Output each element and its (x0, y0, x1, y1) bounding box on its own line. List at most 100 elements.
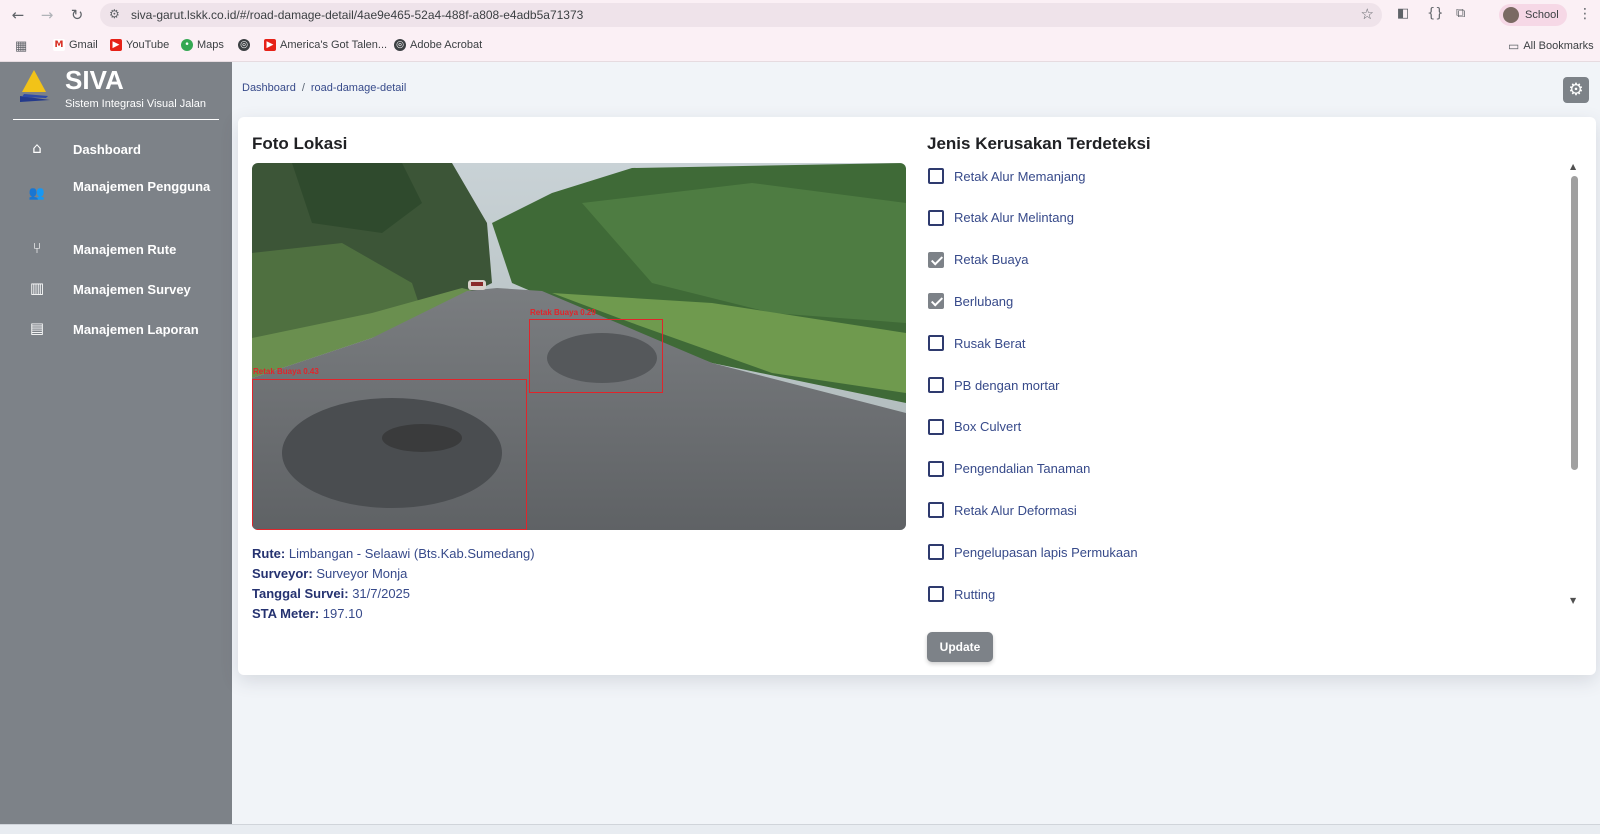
sidebar-item-rute[interactable]: ⑂ Manajemen Rute (0, 230, 232, 270)
damage-checkbox-item[interactable]: Rutting (926, 582, 1546, 606)
bookmark-agt[interactable]: ▶ America's Got Talen... (264, 39, 387, 51)
checkbox[interactable] (928, 544, 944, 561)
sidebar-item-laporan[interactable]: ▤ Manajemen Laporan (0, 310, 232, 350)
back-arrow-icon[interactable]: ← (9, 6, 27, 24)
checkbox-label: Retak Buaya (954, 252, 1029, 268)
checkbox[interactable] (928, 586, 944, 602)
bookmark-globe[interactable]: ◎ (238, 39, 250, 51)
damage-checkbox-item[interactable]: Pengendalian Tanaman (926, 457, 1546, 481)
checkbox-label: Retak Alur Memanjang (954, 168, 1086, 184)
os-taskbar (0, 824, 1600, 834)
photo-section-title: Foto Lokasi (252, 134, 348, 153)
address-bar[interactable]: ⚙ siva-garut.lskk.co.id/#/road-damage-de… (100, 3, 1382, 27)
all-bookmarks[interactable]: ▭ All Bookmarks (1508, 39, 1594, 53)
profile-button[interactable]: School (1499, 4, 1567, 26)
detail-card: Foto Lokasi Retak Buaya 0.29 Retak Buaya… (238, 117, 1596, 675)
url-text: siva-garut.lskk.co.id/#/road-damage-deta… (131, 8, 584, 22)
checkbox[interactable] (928, 460, 944, 477)
youtube-icon: ▶ (110, 39, 122, 51)
surveyor-label: Surveyor: (252, 566, 313, 581)
brand-subtitle: Sistem Integrasi Visual Jalan (65, 98, 207, 110)
checkbox-label: Rutting (954, 586, 996, 602)
survey-date-label: Tanggal Survei: (252, 586, 349, 601)
checkbox-label: Berlubang (954, 293, 1014, 309)
bookmark-maps[interactable]: • Maps (181, 39, 224, 51)
damage-checkbox-item[interactable]: Retak Alur Melintang (926, 206, 1546, 230)
checkbox[interactable] (928, 251, 944, 268)
bookmarks-bar: ▦ M Gmail ▶ YouTube • Maps ◎ ▶ America's… (0, 30, 1600, 62)
scroll-thumb[interactable] (1571, 176, 1578, 470)
breadcrumb-dashboard-link[interactable]: Dashboard (242, 82, 296, 94)
code-extension-icon[interactable]: {} (1427, 6, 1444, 21)
damage-checkbox-item[interactable]: Rusak Berat (926, 331, 1546, 355)
profile-label: School (1525, 9, 1559, 21)
globe-icon: ◎ (238, 39, 250, 51)
bookmark-star-icon[interactable]: ☆ (1361, 5, 1374, 23)
bookmark-youtube[interactable]: ▶ YouTube (110, 39, 169, 51)
sidebar-item-survey[interactable]: ▥ Manajemen Survey (0, 270, 232, 310)
route-info: Rute: Limbangan - Selaawi (Bts.Kab.Sumed… (252, 546, 535, 561)
brand-title: SIVA (65, 65, 124, 95)
site-info-icon[interactable]: ⚙ (109, 7, 120, 21)
survey-date-value: 31/7/2025 (352, 586, 411, 601)
sidebar-item-label: Manajemen Laporan (73, 322, 199, 337)
surveyor-info: Surveyor: Surveyor Monja (252, 566, 407, 581)
reload-icon[interactable]: ↻ (68, 6, 86, 24)
detection-box (529, 319, 663, 393)
checkbox[interactable] (928, 168, 944, 184)
survey-date-info: Tanggal Survei: 31/7/2025 (252, 586, 410, 601)
scroll-down-arrow-icon[interactable]: ▼ (1570, 596, 1576, 605)
breadcrumb: Dashboard / road-damage-detail (242, 82, 406, 94)
sidebar-item-pengguna[interactable]: 👥 Manajemen Pengguna (0, 174, 232, 222)
checkbox[interactable] (928, 293, 944, 310)
detection-box (252, 379, 527, 530)
bookmark-gmail[interactable]: M Gmail (53, 39, 98, 51)
scroll-up-arrow-icon[interactable]: ▲ (1570, 162, 1576, 171)
checkbox-label: PB dengan mortar (954, 377, 1060, 393)
surveyor-value: Surveyor Monja (316, 566, 408, 581)
report-document-icon: ▤ (29, 319, 45, 337)
damage-checkbox-item[interactable]: Retak Alur Memanjang (926, 164, 1546, 188)
siva-logo-icon (20, 70, 50, 102)
apps-grid-icon[interactable]: ▦ (15, 38, 27, 54)
folder-icon: ▭ (1508, 39, 1520, 53)
route-value: Limbangan - Selaawi (Bts.Kab.Sumedang) (288, 546, 535, 561)
detection-label: Retak Buaya 0.43 (253, 367, 319, 376)
damage-checkbox-item[interactable]: PB dengan mortar (926, 373, 1546, 397)
extension-icon[interactable]: ◧ (1397, 6, 1409, 21)
avatar (1503, 7, 1519, 23)
damage-checkbox-item[interactable]: Retak Buaya (926, 248, 1546, 272)
checkbox[interactable] (928, 502, 944, 519)
checkbox-label: Retak Alur Deformasi (954, 502, 1077, 518)
settings-gear-icon[interactable]: ⚙ (1563, 77, 1589, 103)
damage-checkbox-item[interactable]: Box Culvert (926, 415, 1546, 439)
damage-checkbox-item[interactable]: Pengelupasan lapis Permukaan (926, 540, 1546, 564)
checkbox[interactable] (928, 377, 944, 393)
damage-section-title: Jenis Kerusakan Terdeteksi (927, 134, 1151, 153)
sidebar-item-label: Dashboard (73, 142, 141, 157)
breadcrumb-separator: / (301, 82, 305, 94)
sidebar-divider (13, 119, 219, 120)
checklist-scrollbar[interactable]: ▲ ▼ (1570, 162, 1580, 606)
checkbox-label: Retak Alur Melintang (954, 210, 1074, 226)
checkbox[interactable] (928, 335, 944, 352)
maps-pin-icon: • (181, 39, 193, 51)
extensions-puzzle-icon[interactable]: ⧉ (1456, 6, 1465, 21)
damage-checkbox-item[interactable]: Berlubang (926, 289, 1546, 313)
sidebar: SIVA Sistem Integrasi Visual Jalan ⌂ Das… (0, 62, 232, 824)
damage-checkbox-item[interactable]: Retak Alur Deformasi (926, 498, 1546, 522)
checkbox[interactable] (928, 418, 944, 435)
bookmark-acrobat[interactable]: ◎ Adobe Acrobat (394, 39, 482, 51)
damage-checklist: Retak Alur Memanjang Retak Alur Melintang… (926, 164, 1576, 614)
detection-label: Retak Buaya 0.29 (530, 308, 596, 317)
route-label: Rute: (252, 546, 286, 561)
update-button[interactable]: Update (927, 632, 993, 662)
checkbox[interactable] (928, 209, 944, 226)
users-icon: 👥 (28, 186, 46, 201)
browser-toolbar: ← → ↻ ⚙ siva-garut.lskk.co.id/#/road-dam… (0, 0, 1600, 30)
browser-menu-icon[interactable]: ⋮ (1578, 6, 1592, 22)
sidebar-item-dashboard[interactable]: ⌂ Dashboard (0, 130, 232, 170)
sidebar-item-label: Manajemen Rute (73, 242, 177, 257)
forward-arrow-icon[interactable]: → (38, 6, 56, 24)
youtube-icon: ▶ (264, 39, 276, 51)
